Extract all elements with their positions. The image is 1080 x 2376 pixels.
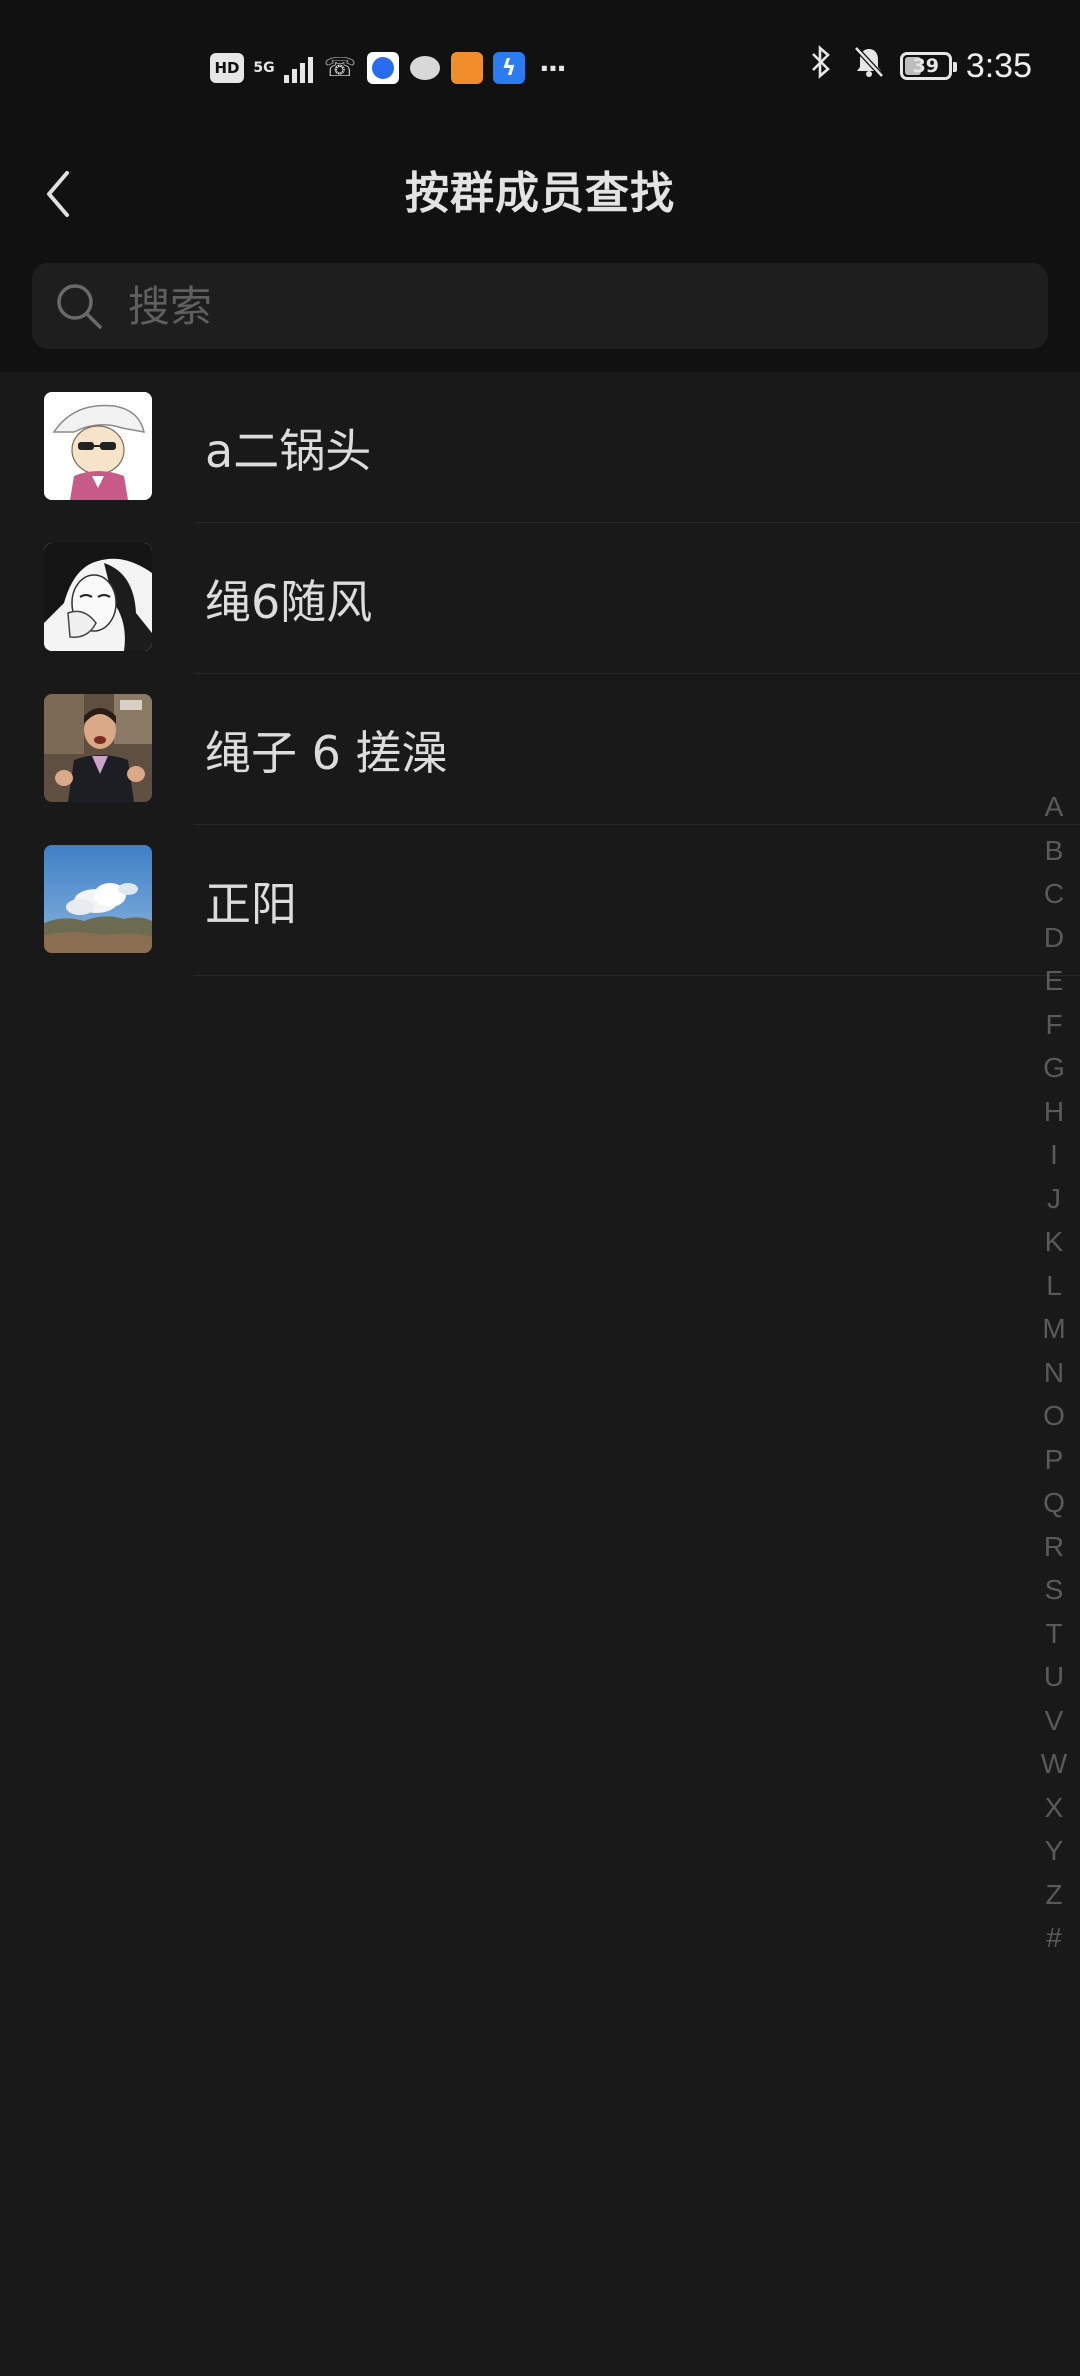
signal-icon [284,53,313,83]
index-letter[interactable]: O [1043,1394,1065,1438]
search-input[interactable] [126,280,930,332]
member-name: 绳6随风 [205,574,373,629]
index-letter[interactable]: K [1045,1220,1064,1264]
index-letter[interactable]: R [1044,1525,1064,1569]
index-letter[interactable]: Z [1045,1873,1062,1917]
member-name: 绳子 6 搓澡 [205,725,448,780]
index-letter[interactable]: E [1045,959,1064,1003]
list-item[interactable]: 正阳 [0,825,1080,976]
index-letter[interactable]: A [1045,785,1064,829]
status-bar-left: HD 5G ☏ ϟ ··· [210,48,569,88]
index-letter[interactable]: S [1045,1568,1064,1612]
battery-icon: 39 [899,52,957,80]
message-icon [409,52,441,84]
member-name: 正阳 [205,876,297,931]
bolt-icon: ϟ [493,52,525,84]
clock: 3:35 [965,46,1032,85]
avatar [44,392,152,500]
avatar [44,845,152,953]
index-letter[interactable]: F [1045,1003,1062,1047]
index-letter[interactable]: T [1045,1612,1062,1656]
page: HD 5G ☏ ϟ ··· 39 3:35 按群成员查找 搜索 a二锅头 绳6随… [0,0,1080,2376]
index-letter[interactable]: U [1044,1655,1064,1699]
game-icon [451,52,483,84]
index-letter[interactable]: B [1045,829,1064,873]
index-letter[interactable]: W [1041,1742,1067,1786]
alphabet-index-bar[interactable]: A B C D E F G H I J K L M N O P Q R S T U V W X Y Z # [1034,785,1074,1960]
index-letter[interactable]: Q [1043,1481,1065,1525]
app-icon [367,52,399,84]
index-letter[interactable]: C [1044,872,1064,916]
search-icon [52,279,106,333]
avatar [44,543,152,651]
bell-off-icon [852,45,886,87]
divider [194,975,1080,976]
search-box[interactable] [32,263,1048,349]
index-letter[interactable]: M [1042,1307,1065,1351]
index-letter[interactable]: L [1046,1264,1062,1308]
status-bar: HD 5G ☏ ϟ ··· 39 3:35 [0,0,1080,140]
battery-level: 39 [912,55,940,77]
page-title: 按群成员查找 [405,168,675,219]
list-item[interactable]: 绳子 6 搓澡 [0,674,1080,825]
hd-icon: HD [210,53,244,83]
index-letter[interactable]: X [1045,1786,1064,1830]
index-letter[interactable]: N [1044,1351,1064,1395]
index-letter[interactable]: Y [1045,1829,1064,1873]
more-icon: ··· [539,51,567,85]
index-letter[interactable]: J [1047,1177,1061,1221]
index-letter[interactable]: G [1043,1046,1065,1090]
index-letter[interactable]: P [1045,1438,1064,1482]
avatar [44,694,152,802]
list-item[interactable]: 绳6随风 [0,523,1080,674]
list-item[interactable]: a二锅头 [0,372,1080,523]
member-name: a二锅头 [205,423,372,478]
bluetooth-icon [804,45,838,87]
member-list: a二锅头 绳6随风 绳子 6 搓澡 正阳 [0,372,1080,976]
5g-icon: 5G [253,60,275,76]
header: 按群成员查找 [0,140,1080,258]
index-letter[interactable]: V [1045,1699,1064,1743]
search-bar [0,258,1080,372]
phone-icon: ☏ [323,53,357,83]
index-letter[interactable]: I [1050,1133,1058,1177]
index-letter[interactable]: # [1046,1916,1062,1960]
index-letter[interactable]: H [1044,1090,1064,1134]
index-letter[interactable]: D [1044,916,1064,960]
status-bar-right: 39 3:35 [804,44,1032,88]
